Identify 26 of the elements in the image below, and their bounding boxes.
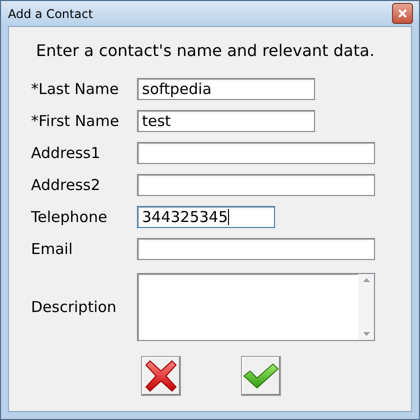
- close-button[interactable]: [392, 3, 413, 24]
- window-title: Add a Contact: [8, 6, 93, 22]
- instruction-heading: Enter a contact's name and relevant data.: [36, 40, 375, 62]
- text-cursor: [228, 209, 229, 225]
- down-arrow-icon: [362, 332, 370, 336]
- field-label: *Last Name: [31, 78, 119, 100]
- input-field[interactable]: [137, 142, 375, 164]
- description-field[interactable]: [137, 273, 375, 341]
- ok-button[interactable]: [241, 356, 281, 396]
- checkmark-icon: [243, 362, 279, 390]
- field-label: *First Name: [31, 110, 120, 132]
- field-label: Email: [31, 238, 73, 260]
- input-field[interactable]: test: [137, 110, 315, 132]
- cross-icon: [144, 359, 178, 393]
- input-field[interactable]: 344325345: [137, 206, 275, 228]
- close-icon: [398, 9, 407, 18]
- scrollbar[interactable]: [358, 274, 374, 340]
- field-label: Description: [31, 296, 116, 318]
- input-field[interactable]: softpedia: [137, 78, 315, 100]
- input-field[interactable]: [137, 174, 375, 196]
- cancel-button[interactable]: [141, 356, 181, 396]
- up-arrow-icon: [362, 278, 370, 282]
- field-label: Telephone: [31, 206, 108, 228]
- field-label: Address2: [31, 174, 100, 196]
- field-label: Address1: [31, 142, 100, 164]
- input-field[interactable]: [137, 238, 375, 260]
